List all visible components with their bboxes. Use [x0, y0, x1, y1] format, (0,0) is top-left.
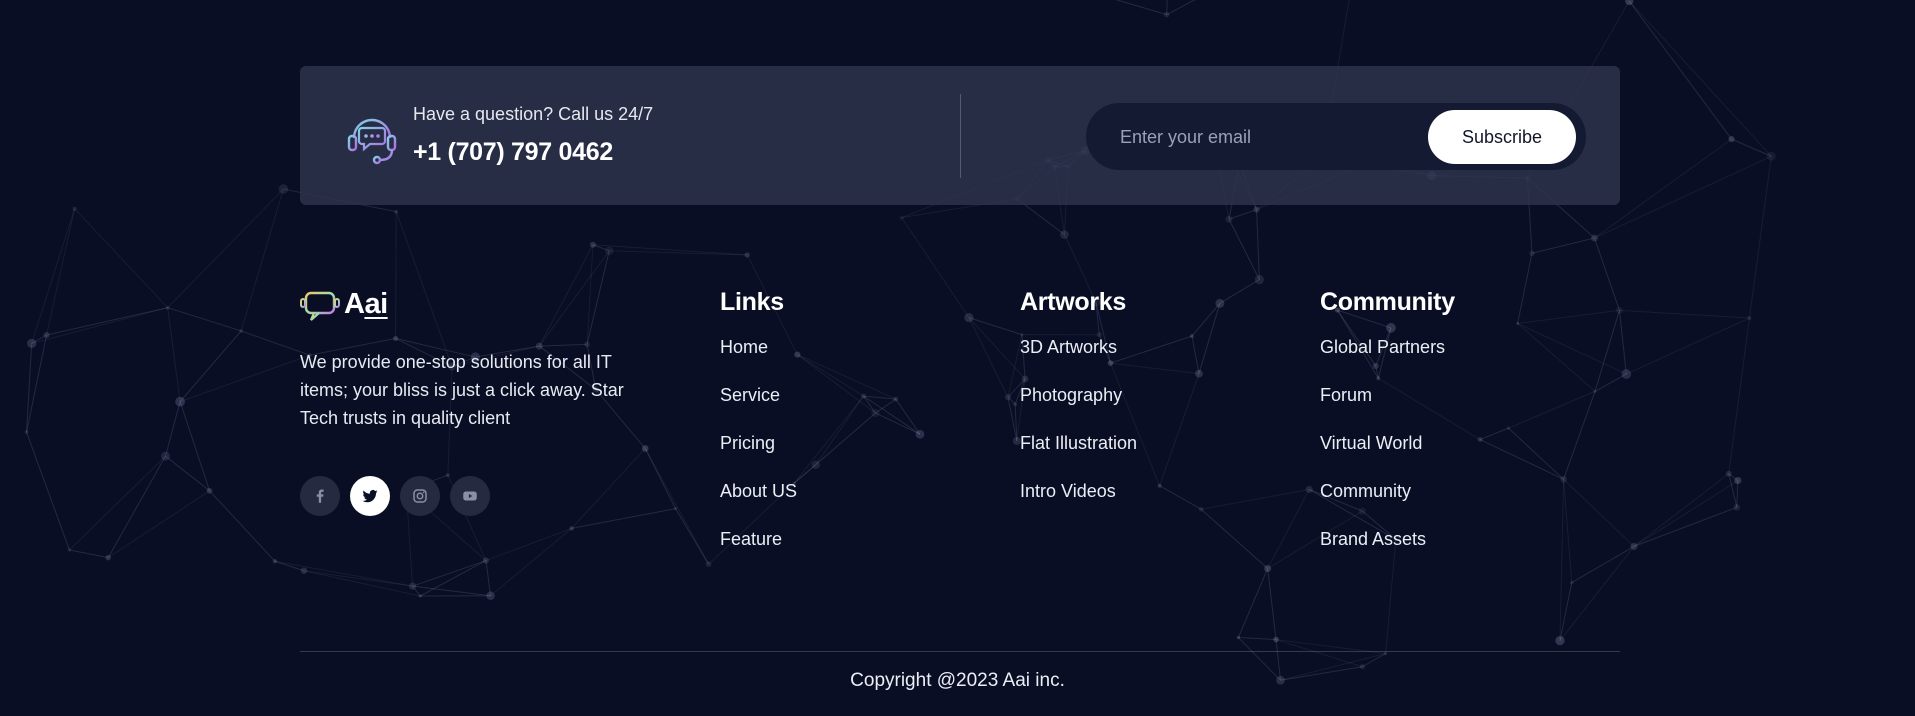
footer-link-about-us[interactable]: About US: [720, 478, 797, 526]
twitter-link[interactable]: [350, 476, 390, 516]
footer-link-3d-artworks[interactable]: 3D Artworks: [1020, 334, 1137, 382]
footer-link-home[interactable]: Home: [720, 334, 797, 382]
instagram-icon: [413, 489, 427, 503]
footer-link-flat-illustration[interactable]: Flat Illustration: [1020, 430, 1137, 478]
email-input[interactable]: [1118, 121, 1422, 153]
call-us-label: Have a question? Call us 24/7: [413, 104, 654, 124]
phone-number[interactable]: +1 (707) 797 0462: [413, 138, 613, 167]
twitter-icon: [362, 489, 378, 503]
robot-chat-icon: [300, 287, 340, 321]
youtube-icon: [463, 491, 477, 501]
artworks-heading: Artworks: [1020, 288, 1126, 316]
footer-link-feature[interactable]: Feature: [720, 526, 797, 574]
copyright-text: Copyright @2023 Aai inc.: [850, 670, 1065, 691]
footer-link-community[interactable]: Community: [1320, 478, 1455, 526]
footer-link-brand-assets[interactable]: Brand Assets: [1320, 526, 1455, 574]
community-column: Community Global Partners Forum Virtual …: [1320, 284, 1455, 574]
social-links: [300, 476, 490, 516]
footer-link-global-partners[interactable]: Global Partners: [1320, 334, 1455, 382]
facebook-icon: [316, 489, 324, 503]
community-heading: Community: [1320, 288, 1455, 316]
footer-divider: [300, 651, 1620, 652]
footer-link-service[interactable]: Service: [720, 382, 797, 430]
footer-link-virtual-world[interactable]: Virtual World: [1320, 430, 1455, 478]
links-column: Links Home Service Pricing About US Feat…: [720, 284, 797, 574]
facebook-link[interactable]: [300, 476, 340, 516]
subscribe-form: Subscribe: [1086, 103, 1586, 170]
youtube-link[interactable]: [450, 476, 490, 516]
headset-chat-icon: [344, 110, 400, 166]
brand-description: We provide one-stop solutions for all IT…: [300, 352, 624, 428]
vertical-divider: [960, 94, 961, 178]
contact-subscribe-bar: Have a question? Call us 24/7 +1 (707) 7…: [300, 66, 1620, 205]
footer-link-intro-videos[interactable]: Intro Videos: [1020, 478, 1137, 526]
artworks-column: Artworks 3D Artworks Photography Flat Il…: [1020, 284, 1137, 526]
brand-logo[interactable]: Aai: [300, 284, 388, 324]
brand-name: Aai: [344, 287, 388, 320]
instagram-link[interactable]: [400, 476, 440, 516]
footer-link-forum[interactable]: Forum: [1320, 382, 1455, 430]
subscribe-button[interactable]: Subscribe: [1428, 110, 1576, 164]
footer-link-pricing[interactable]: Pricing: [720, 430, 797, 478]
footer-link-photography[interactable]: Photography: [1020, 382, 1137, 430]
links-heading: Links: [720, 288, 784, 316]
